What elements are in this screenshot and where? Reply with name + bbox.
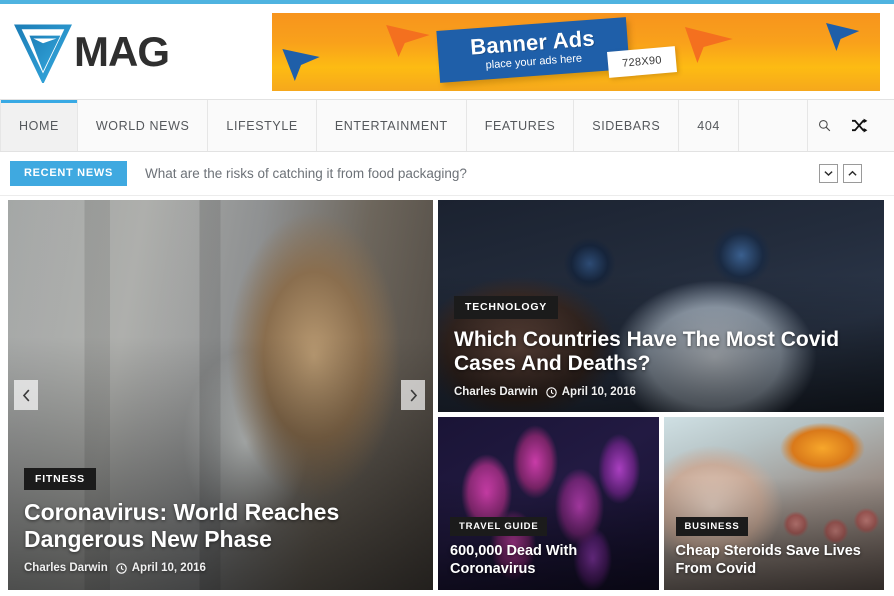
site-header: MAG Banner Ads place your ads here 728X9… — [0, 4, 894, 99]
nav-item-list: HOME WORLD NEWS LIFESTYLE ENTERTAINMENT … — [0, 100, 739, 151]
nav-item-home[interactable]: HOME — [0, 100, 78, 151]
featured-grid: FITNESS Coronavirus: World Reaches Dange… — [0, 200, 894, 590]
chevron-down-icon — [824, 171, 833, 177]
clock-icon — [546, 386, 557, 398]
vmag-logo-icon — [14, 23, 72, 83]
category-badge[interactable]: TECHNOLOGY — [454, 296, 559, 319]
featured-top-right-title[interactable]: Which Countries Have The Most Covid Case… — [454, 328, 868, 377]
banner-ad[interactable]: Banner Ads place your ads here 728X90 — [272, 12, 880, 91]
featured-small-row: TRAVEL GUIDE 600,000 Dead With Coronavir… — [438, 417, 884, 590]
clock-icon — [116, 562, 127, 574]
featured-main-card[interactable]: FITNESS Coronavirus: World Reaches Dange… — [8, 200, 433, 590]
publish-date: April 10, 2016 — [561, 386, 636, 398]
featured-top-right-meta: Charles Darwin April 10, 2016 — [454, 386, 868, 398]
chevron-right-icon — [410, 389, 417, 401]
nav-item-label: ENTERTAINMENT — [334, 118, 448, 133]
site-logo[interactable]: MAG — [10, 21, 272, 83]
featured-top-right-card[interactable]: TECHNOLOGY Which Countries Have The Most… — [438, 200, 884, 412]
recent-news-prev-button[interactable] — [819, 164, 838, 183]
category-badge[interactable]: BUSINESS — [675, 516, 749, 537]
nav-item-404[interactable]: 404 — [679, 100, 739, 151]
category-badge[interactable]: TRAVEL GUIDE — [450, 516, 548, 537]
recent-news-next-button[interactable] — [843, 164, 862, 183]
slider-next-button[interactable] — [401, 380, 425, 410]
featured-bottom-left-title[interactable]: 600,000 Dead With Coronavirus — [450, 543, 647, 578]
recent-news-tag: RECENT NEWS — [10, 161, 127, 186]
featured-bottom-right-card[interactable]: BUSINESS Cheap Steroids Save Lives From … — [663, 417, 885, 590]
nav-item-label: LIFESTYLE — [226, 118, 298, 133]
featured-bottom-right-title[interactable]: Cheap Steroids Save Lives From Covid — [676, 543, 873, 578]
nav-item-entertainment[interactable]: ENTERTAINMENT — [316, 100, 467, 151]
nav-item-label: SIDEBARS — [592, 118, 661, 133]
featured-bottom-right-body: BUSINESS Cheap Steroids Save Lives From … — [664, 506, 885, 590]
featured-bottom-left-card[interactable]: TRAVEL GUIDE 600,000 Dead With Coronavir… — [438, 417, 659, 590]
featured-bottom-left-body: TRAVEL GUIDE 600,000 Dead With Coronavir… — [438, 506, 659, 590]
nav-item-label: 404 — [697, 118, 720, 133]
recent-news-headline[interactable]: What are the risks of catching it from f… — [145, 166, 467, 181]
search-icon[interactable] — [818, 119, 831, 132]
chevron-up-icon — [848, 170, 857, 176]
nav-item-world-news[interactable]: WORLD NEWS — [77, 100, 209, 151]
featured-main-title[interactable]: Coronavirus: World Reaches Dangerous New… — [24, 499, 417, 553]
chevron-left-icon — [22, 389, 29, 401]
slider-prev-button[interactable] — [14, 380, 38, 410]
recent-news-controls — [819, 164, 884, 183]
publish-date: April 10, 2016 — [131, 562, 206, 574]
page-root: MAG Banner Ads place your ads here 728X9… — [0, 0, 894, 596]
logo-wordmark: MAG — [74, 27, 170, 75]
nav-item-features[interactable]: FEATURES — [466, 100, 575, 151]
nav-item-label: WORLD NEWS — [95, 118, 190, 133]
nav-item-sidebars[interactable]: SIDEBARS — [574, 100, 680, 151]
featured-side-column: TECHNOLOGY Which Countries Have The Most… — [438, 200, 884, 590]
nav-item-label: HOME — [19, 118, 59, 133]
featured-slider: FITNESS Coronavirus: World Reaches Dange… — [8, 200, 433, 590]
main-navigation: HOME WORLD NEWS LIFESTYLE ENTERTAINMENT … — [0, 99, 894, 152]
featured-main-body: FITNESS Coronavirus: World Reaches Dange… — [8, 454, 433, 590]
banner-ad-size-label: 728X90 — [606, 45, 678, 78]
nav-tools — [808, 100, 894, 151]
featured-main-meta: Charles Darwin April 10, 2016 — [24, 562, 417, 574]
featured-top-right-body: TECHNOLOGY Which Countries Have The Most… — [438, 282, 884, 412]
nav-item-lifestyle[interactable]: LIFESTYLE — [208, 100, 317, 151]
author-name: Charles Darwin — [454, 386, 538, 398]
author-name: Charles Darwin — [24, 562, 108, 574]
nav-spacer — [739, 100, 808, 151]
recent-news-bar: RECENT NEWS What are the risks of catchi… — [0, 152, 894, 196]
nav-item-label: FEATURES — [484, 118, 556, 133]
shuffle-icon[interactable] — [851, 118, 868, 133]
category-badge[interactable]: FITNESS — [24, 467, 96, 491]
